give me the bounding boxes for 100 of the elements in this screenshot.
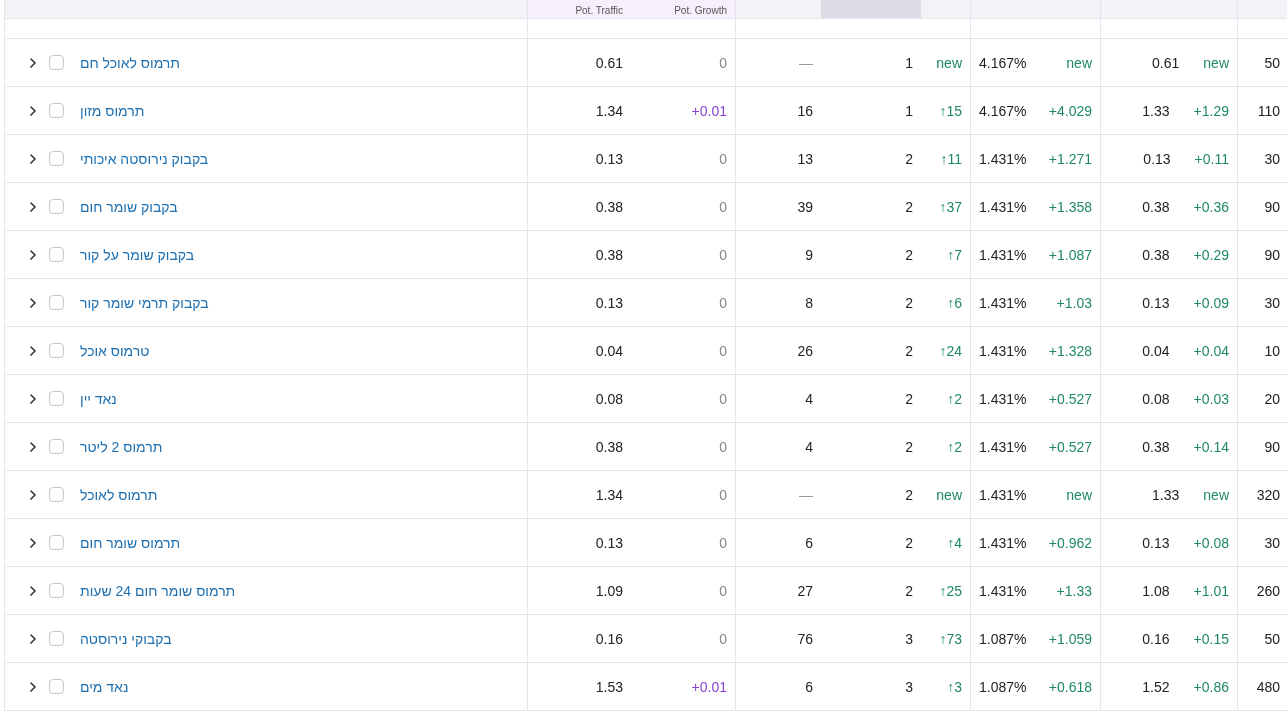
table-cell: +0.962 [1048, 534, 1092, 551]
row-checkbox[interactable] [49, 55, 64, 70]
keyword-link[interactable]: תרמוס 2 ליטר [80, 438, 163, 455]
chevron-icon[interactable] [27, 200, 39, 213]
table-cell: 30 [1264, 294, 1280, 311]
table-cell: 320 [1256, 486, 1280, 503]
keyword-link[interactable]: תרמוס לאוכל חם [80, 54, 180, 71]
table-cell: ↑15 [939, 102, 962, 119]
table-cell: 0.38 [1142, 246, 1170, 263]
table-cell: 16 [797, 102, 813, 119]
chevron-icon[interactable] [27, 296, 39, 309]
row-checkbox[interactable] [49, 535, 64, 550]
chevron-icon[interactable] [27, 632, 39, 645]
table-cell: +0.01 [691, 678, 727, 695]
column-header[interactable] [921, 0, 971, 18]
table-cell: 1.431% [979, 582, 1027, 599]
chevron-icon[interactable] [27, 584, 39, 597]
table-cell: 2 [905, 342, 913, 359]
chevron-icon[interactable] [27, 440, 39, 453]
row-checkbox[interactable] [49, 439, 64, 454]
table-cell: +4.029 [1048, 102, 1092, 119]
keyword-link[interactable]: בקבוק תרמי שומר קור [80, 294, 209, 311]
table-cell: 30 [1264, 534, 1280, 551]
keyword-link[interactable]: בקבוק שומר על קור [80, 246, 195, 263]
table-cell: 1.34 [595, 486, 623, 503]
table-cell: +1.059 [1048, 630, 1092, 647]
table-cell: ↑11 [940, 150, 962, 167]
table-cell: +0.15 [1193, 630, 1229, 647]
table-cell: 4.167% [979, 54, 1027, 71]
table-cell: +1.358 [1048, 198, 1092, 215]
table-cell: +0.29 [1193, 246, 1229, 263]
keyword-link[interactable]: טרמוס אוכל [80, 342, 150, 359]
table-cell: 3 [905, 678, 913, 695]
chevron-icon[interactable] [27, 56, 39, 69]
table-cell: 0.38 [1142, 198, 1170, 215]
row-checkbox[interactable] [49, 583, 64, 598]
table-cell: 13 [797, 150, 813, 167]
table-cell: ↑2 [947, 390, 962, 407]
table-cell: 0 [719, 486, 727, 503]
table-cell: 0.04 [1142, 342, 1170, 359]
chevron-icon[interactable] [27, 248, 39, 261]
row-checkbox[interactable] [49, 199, 64, 214]
column-header[interactable] [971, 0, 1101, 18]
keyword-link[interactable]: נאד יין [80, 390, 117, 407]
table-cell: 0.38 [595, 438, 623, 455]
table-cell: 0 [719, 534, 727, 551]
column-header[interactable] [5, 0, 528, 18]
table-cell: ↑7 [947, 246, 962, 263]
chevron-icon[interactable] [27, 680, 39, 693]
row-checkbox[interactable] [49, 391, 64, 406]
table-cell: 1 [905, 102, 913, 119]
table-cell: +1.01 [1193, 582, 1229, 599]
keyword-link[interactable]: בקבוקי נירוסטה [80, 630, 172, 647]
row-checkbox[interactable] [49, 487, 64, 502]
table-cell: 0 [719, 438, 727, 455]
table-cell: 8 [805, 294, 813, 311]
table-cell: 2 [905, 438, 913, 455]
chevron-icon[interactable] [27, 392, 39, 405]
chevron-icon[interactable] [27, 488, 39, 501]
table-cell: +0.527 [1048, 390, 1092, 407]
keyword-link[interactable]: תרמוס שומר חום [80, 534, 181, 551]
table-cell: +0.01 [691, 102, 727, 119]
table-cell: 0 [719, 390, 727, 407]
row-checkbox[interactable] [49, 103, 64, 118]
table-cell: 76 [797, 630, 813, 647]
table-cell: 0.61 [1152, 54, 1180, 71]
row-checkbox[interactable] [49, 679, 64, 694]
table-cell: new [1066, 486, 1092, 503]
chevron-icon[interactable] [27, 104, 39, 117]
keyword-link[interactable]: נאד מים [80, 678, 129, 695]
row-checkbox[interactable] [49, 247, 64, 262]
column-header[interactable] [1238, 0, 1287, 18]
table-cell: 4.167% [979, 102, 1027, 119]
table-cell: 1.09 [595, 582, 623, 599]
table-cell: 0.13 [595, 294, 623, 311]
chevron-icon[interactable] [27, 344, 39, 357]
table-cell: 0.61 [595, 54, 623, 71]
table-cell: ↑73 [939, 630, 962, 647]
keyword-link[interactable]: בקבוק שומר חום [80, 198, 178, 215]
keyword-link[interactable]: תרמוס מזון [80, 102, 145, 119]
table-cell: 1.431% [979, 342, 1027, 359]
chevron-icon[interactable] [27, 152, 39, 165]
table-cell: +0.527 [1048, 438, 1092, 455]
table-cell: +0.08 [1193, 534, 1229, 551]
row-checkbox[interactable] [49, 343, 64, 358]
table-cell: 0.08 [1142, 390, 1170, 407]
table-cell: 0.13 [1142, 294, 1170, 311]
keyword-link[interactable]: תרמוס שומר חום 24 שעות [80, 582, 236, 599]
row-checkbox[interactable] [49, 295, 64, 310]
column-header[interactable]: Pot. Traffic [528, 0, 631, 18]
keyword-link[interactable]: תרמוס לאוכל [80, 486, 158, 503]
chevron-icon[interactable] [27, 536, 39, 549]
column-header[interactable] [821, 0, 921, 18]
row-checkbox[interactable] [49, 151, 64, 166]
table-cell: 0.16 [595, 630, 623, 647]
column-header[interactable] [736, 0, 821, 18]
row-checkbox[interactable] [49, 631, 64, 646]
keyword-link[interactable]: בקבוק נירוסטה איכותי [80, 150, 209, 167]
column-header[interactable]: Pot. Growth [631, 0, 736, 18]
column-header[interactable] [1101, 0, 1238, 18]
